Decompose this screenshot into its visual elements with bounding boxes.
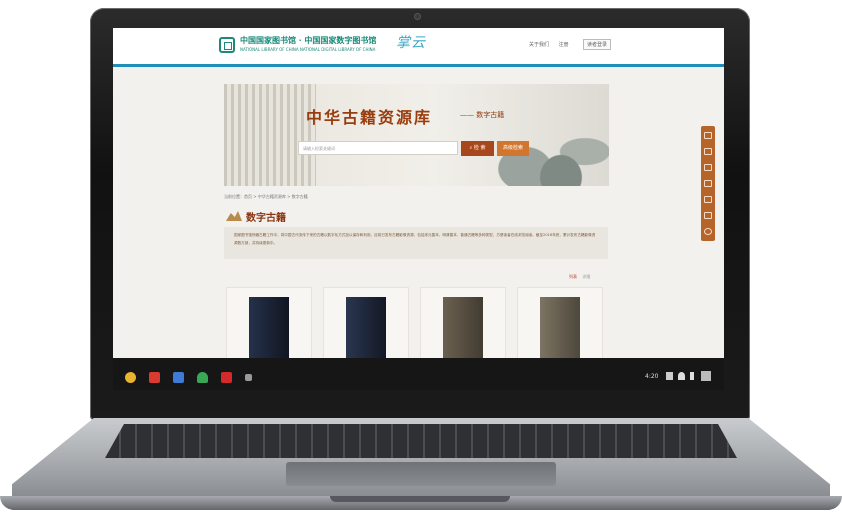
webcam [415, 14, 420, 19]
lid-notch [330, 496, 510, 502]
apps-launcher-icon[interactable] [245, 374, 252, 381]
mountain-icon [226, 211, 242, 221]
youtube-icon[interactable] [221, 372, 232, 383]
book-icon[interactable] [704, 148, 712, 155]
graduation-cap-icon[interactable] [704, 180, 712, 187]
wifi-icon[interactable] [678, 372, 685, 380]
docs-icon[interactable] [173, 372, 184, 383]
banner-title: 中华古籍资源库 [306, 108, 433, 127]
chrome-icon[interactable] [125, 372, 136, 383]
grid-view-button[interactable]: 列表 [569, 274, 577, 279]
laptop-screen: 中国国家图书馆 · 中国国家数字图书馆 NATIONAL LIBRARY OF … [113, 28, 724, 390]
trackpad [286, 462, 556, 486]
section-title: 数字古籍 [246, 213, 286, 224]
music-icon[interactable] [704, 196, 712, 203]
user-avatar[interactable] [701, 371, 711, 381]
drive-icon[interactable] [197, 372, 208, 383]
search-input[interactable]: 请输入检索关键词 [298, 141, 458, 155]
header-links: 关于我们 注册 [529, 41, 577, 48]
list-view-button[interactable]: 详细 [582, 274, 590, 279]
cloud-logo[interactable]: 掌云 [396, 32, 426, 52]
library-subtitle: NATIONAL LIBRARY OF CHINA NATIONAL DIGIT… [240, 47, 376, 52]
library-logo-icon [219, 37, 235, 53]
side-toolbar [701, 126, 715, 241]
header-link-register[interactable]: 注册 [559, 42, 569, 48]
ancient-book-image [224, 84, 316, 186]
notification-icon[interactable] [666, 372, 673, 380]
view-toggle: 列表 详细 [569, 274, 590, 280]
keyboard [105, 424, 737, 458]
search-button-label: 检 索 [473, 145, 486, 151]
login-button[interactable]: 读者登录 [583, 39, 612, 50]
banner-subtitle: —— 数字古籍 [460, 111, 505, 119]
clock[interactable]: 4:20 [645, 373, 658, 380]
hero-banner: 中华古籍资源库 —— 数字古籍 [224, 84, 609, 186]
chromeos-shelf: 4:20 [113, 358, 724, 390]
breadcrumb[interactable]: 当前位置：首页 > 中华古籍资源库 > 数字古籍 [224, 194, 308, 200]
advanced-search-button[interactable]: 高级检索 [497, 141, 529, 156]
gmail-icon[interactable] [149, 372, 160, 383]
battery-icon[interactable] [690, 372, 694, 380]
bars-icon[interactable] [704, 164, 712, 171]
header-link-about[interactable]: 关于我们 [529, 42, 549, 48]
search-button[interactable]: ⌕ 检 索 [461, 141, 494, 156]
top-icon[interactable] [704, 228, 712, 235]
bookmark-icon[interactable] [704, 212, 712, 219]
section-description: 国家图书馆所藏古籍工作中，将中国古代流传下来的古籍以数字化方式加以保存和利用，目… [224, 227, 608, 259]
document-icon[interactable] [704, 132, 712, 139]
library-title[interactable]: 中国国家图书馆 · 中国国家数字图书馆 [240, 35, 376, 46]
site-header: 中国国家图书馆 · 中国国家数字图书馆 NATIONAL LIBRARY OF … [113, 28, 724, 67]
